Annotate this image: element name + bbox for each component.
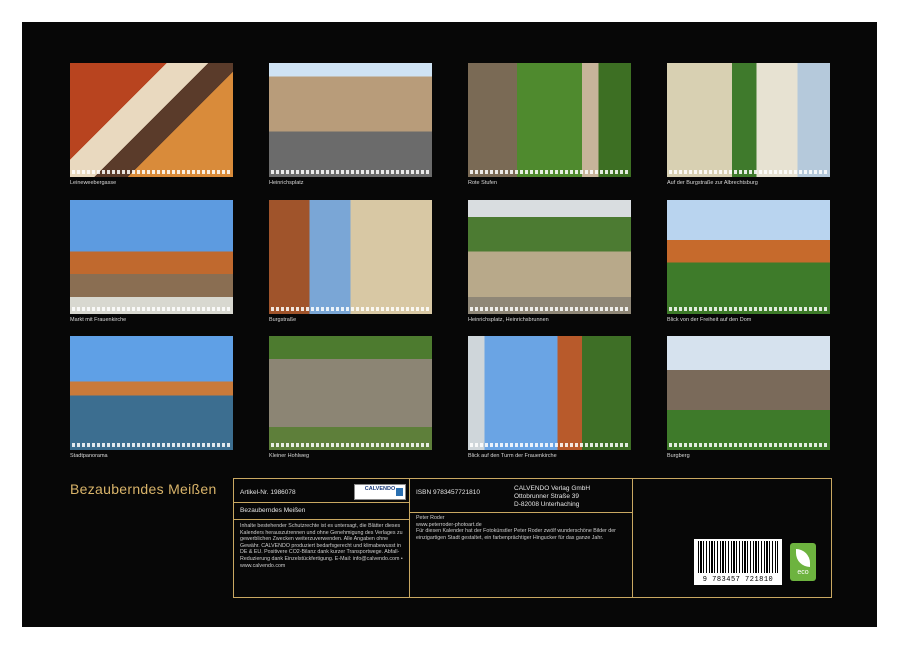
photo-caption: Burgberg [667,453,690,459]
publisher-address: CALVENDO Verlag GmbHOttobrunner Straße 3… [514,485,590,509]
isbn: ISBN 9783457721810 [416,489,480,496]
calendar-photo-stone-wall [269,336,432,450]
photo-caption: Markt mit Frauenkirche [70,317,126,323]
photo-image [269,200,432,314]
eco-badge: eco [790,543,816,581]
info-box: Artikel-Nr. 1986078 CALVENDO Bezaubernde… [233,478,832,598]
photo-caption: Burgstraße [269,317,296,323]
calendar-photo-green-stairs [468,63,631,177]
photo-image [70,63,233,177]
photo-image [468,200,631,314]
photo-image [70,336,233,450]
mini-calendar-strip [669,307,828,311]
mini-calendar-strip [470,170,629,174]
photo-image [667,200,830,314]
photo-caption: Stadtpanorama [70,453,108,459]
book-title: Bezauberndes Meißen [240,507,305,514]
calendar-photo-fountain [468,200,631,314]
mini-calendar-strip [72,170,231,174]
photo-caption: Heinrichsplatz [269,180,304,186]
photo-caption: Heinrichsplatz, Heinrichsbrunnen [468,317,549,323]
isbn-barcode: 9 783457 721810 [694,539,782,585]
calendar-photo-river-panorama [70,336,233,450]
calendar-photo-burgstrasse [269,200,432,314]
photo-caption: Kleiner Hohlweg [269,453,309,459]
photo-image [70,200,233,314]
mini-calendar-strip [470,443,629,447]
mini-calendar-strip [271,307,430,311]
calendar-photo-flower-house [667,63,830,177]
calvendo-logo: CALVENDO [354,484,406,500]
info-col-publisher: ISBN 9783457721810 CALVENDO Verlag GmbHO… [410,479,633,597]
info-col-article: Artikel-Nr. 1986078 CALVENDO Bezaubernde… [234,479,410,597]
calendar-photo-market-church [70,200,233,314]
calendar-photo-church-tower [468,336,631,450]
mini-calendar-strip [72,307,231,311]
photo-image [468,63,631,177]
author-info: Peter Roder www.peterroder-photoart.de F… [416,515,626,541]
photo-image [667,336,830,450]
mini-calendar-strip [669,170,828,174]
photo-caption: Blick von der Freiheit auf den Dom [667,317,751,323]
article-number: Artikel-Nr. 1986078 [240,489,296,496]
photo-image [667,63,830,177]
mini-calendar-strip [669,443,828,447]
calendar-photo-alley-red-roofs [70,63,233,177]
photo-caption: Leineweebergasse [70,180,116,186]
calendar-back-page: Leineweebergasse Heinrichsplatz Rote Stufe… [22,22,877,627]
photo-image [269,63,432,177]
calendar-photo-cobbled-street [269,63,432,177]
calendar-photo-dome-view [667,200,830,314]
mini-calendar-strip [271,170,430,174]
photo-caption: Blick auf den Turm der Frauenkirche [468,453,557,459]
calendar-photo-castle-hill [667,336,830,450]
photo-image [269,336,432,450]
photo-image [468,336,631,450]
mini-calendar-strip [271,443,430,447]
photo-caption: Auf der Burgstraße zur Albrechtsburg [667,180,758,186]
legal-text: Inhalte bestehender Schutzrechte ist es … [240,523,404,569]
calendar-title: Bezauberndes Meißen [70,481,217,497]
photo-caption: Rote Stufen [468,180,497,186]
mini-calendar-strip [470,307,629,311]
mini-calendar-strip [72,443,231,447]
